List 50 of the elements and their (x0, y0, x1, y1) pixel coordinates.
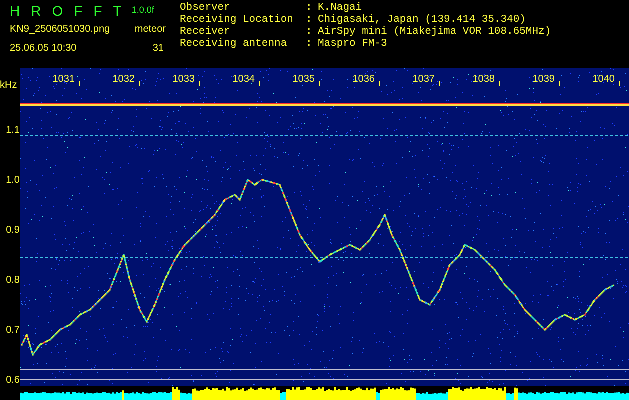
axis-label: 1.1 (6, 124, 20, 138)
tick-mark (559, 81, 560, 86)
info-label: Receiving Location (180, 14, 294, 26)
title-letter: F (74, 2, 83, 20)
info-value: K.Nagai (318, 2, 362, 14)
meteor-label: meteor (134, 23, 166, 37)
axis-label: 0.7 (6, 324, 20, 338)
info-colon: : (306, 26, 314, 38)
tick-mark (139, 81, 140, 86)
axis-label: 0.6 (6, 374, 20, 388)
time-label: 1032 (112, 74, 135, 86)
time-label: 1039 (532, 74, 555, 86)
tick-mark (79, 81, 80, 86)
tick-mark (199, 81, 200, 86)
axis-unit: kHz (0, 80, 18, 92)
axis-label: 0.9 (6, 224, 20, 238)
filename-label: KN9_2506051030.png (10, 23, 110, 37)
info-label: Receiver (180, 26, 232, 38)
info-label: Observer (180, 2, 232, 14)
info-value: Chigasaki, Japan (139.414 35.340) (318, 14, 526, 26)
time-label: 1031 (52, 74, 75, 86)
time-label: 1038 (472, 74, 495, 86)
axis-label: 1.0 (6, 174, 20, 188)
info-value: AirSpy mini (Miakejima VOR 108.65MHz) (318, 26, 552, 38)
tick-mark (439, 81, 440, 86)
time-label: 1034 (232, 74, 255, 86)
title-letter: O (52, 2, 64, 20)
tick-mark (499, 81, 500, 86)
meteor-count: 31 (152, 42, 164, 56)
title-letter: F (94, 2, 102, 20)
axis-label: 0.8 (6, 274, 20, 288)
time-label: 1036 (352, 74, 375, 86)
info-value: Maspro FM-3 (318, 38, 388, 50)
time-label: 1035 (292, 74, 315, 86)
tick-mark (379, 81, 380, 86)
tick-mark (259, 81, 260, 86)
datetime-label: 25.06.05 10:30 (10, 42, 77, 56)
info-label: Receiving antenna (180, 38, 288, 50)
info-colon: : (306, 2, 314, 14)
title-letter: R (31, 2, 42, 20)
info-colon: : (306, 14, 314, 26)
tick-mark (619, 81, 620, 86)
tick-mark (319, 81, 320, 86)
time-label: 1033 (172, 74, 195, 86)
title-letter: T (113, 2, 122, 20)
time-label: 1040 (592, 74, 615, 86)
info-colon: : (306, 38, 314, 50)
title-letter: H (10, 2, 20, 20)
version-label: 1.0.0f (132, 4, 154, 18)
time-label: 1037 (412, 74, 435, 86)
